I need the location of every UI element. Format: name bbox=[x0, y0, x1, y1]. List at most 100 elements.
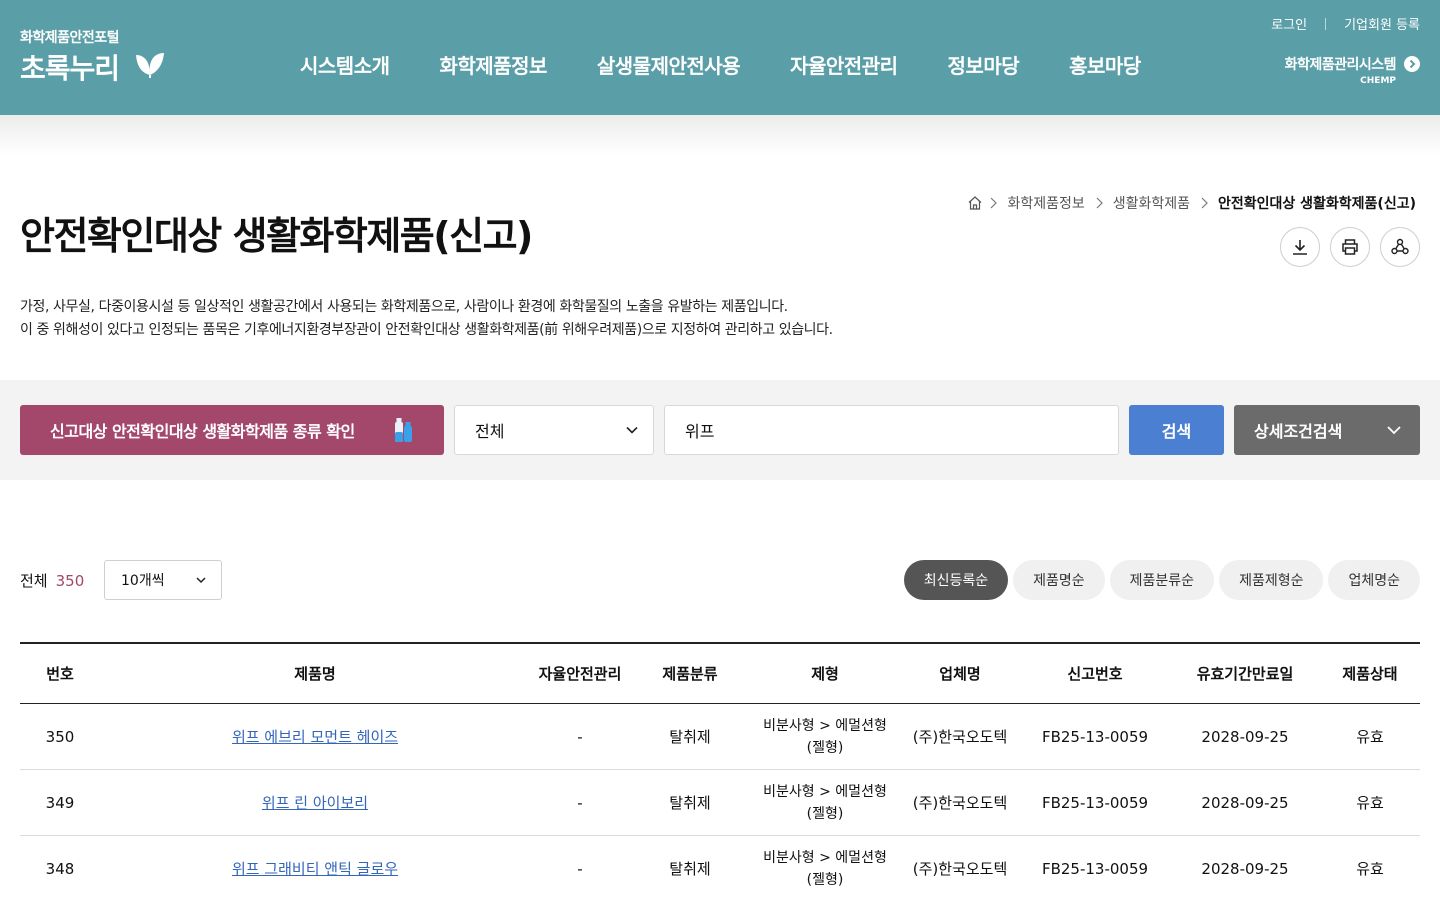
header-shadow bbox=[0, 115, 1440, 155]
chevron-down-icon bbox=[626, 426, 638, 434]
download-icon bbox=[1293, 240, 1307, 255]
breadcrumb-item[interactable]: 화학제품정보 bbox=[1007, 193, 1084, 213]
product-name-link[interactable]: 위프 에브리 모먼트 헤이즈 bbox=[100, 726, 530, 747]
chevron-right-icon bbox=[1200, 197, 1208, 209]
product-type-check-label: 신고대상 안전확인대상 생활화학제품 종류 확인 bbox=[50, 422, 355, 441]
search-bar: 신고대상 안전확인대상 생활화학제품 종류 확인 전체 검색 상세조건검색 bbox=[0, 380, 1440, 480]
nav-item-biocide[interactable]: 살생물제안전사용 bbox=[597, 50, 741, 79]
table-row: 348 위프 그래비티 앤틱 글로우 - 탈취제 비분사형 > 에멀션형 (젤형… bbox=[20, 836, 1420, 900]
cell-form: 비분사형 > 에멀션형 (젤형) bbox=[750, 781, 900, 825]
product-table: 번호 제품명 자율안전관리 제품분류 제형 업체명 신고번호 유효기간만료일 제… bbox=[20, 642, 1420, 900]
nav-item-self-safety[interactable]: 자율안전관리 bbox=[790, 50, 898, 79]
table-row: 350 위프 에브리 모먼트 헤이즈 - 탈취제 비분사형 > 에멀션형 (젤형… bbox=[20, 704, 1420, 770]
total-count-value: 350 bbox=[55, 572, 85, 590]
search-scope-value: 전체 bbox=[475, 422, 505, 441]
sort-company[interactable]: 업체명순 bbox=[1328, 560, 1420, 600]
form-line: (젤형) bbox=[806, 805, 844, 822]
sort-options: 최신등록순 제품명순 제품분류순 제품제형순 업체명순 bbox=[899, 560, 1420, 600]
chevron-right-icon bbox=[989, 197, 998, 209]
site-header: 화학제품안전포털 초록누리 시스템소개 화학제품정보 살생물제안전사용 자율안전… bbox=[0, 0, 1440, 115]
product-type-check-button[interactable]: 신고대상 안전확인대상 생활화학제품 종류 확인 bbox=[20, 405, 444, 455]
cell-form: 비분사형 > 에멀션형 (젤형) bbox=[750, 715, 900, 759]
detail-search-label: 상세조건검색 bbox=[1254, 422, 1343, 441]
cell-status: 유효 bbox=[1356, 794, 1384, 812]
register-link[interactable]: 기업회원 등록 bbox=[1344, 14, 1420, 33]
cell-expiry: 2028-09-25 bbox=[1201, 727, 1289, 746]
search-scope-select[interactable]: 전체 bbox=[454, 405, 654, 455]
cell-report-number: FB25-13-0059 bbox=[1041, 727, 1149, 746]
form-line: 비분사형 > 에멀션형 bbox=[763, 783, 887, 800]
cell-self-safety: - bbox=[577, 727, 583, 746]
form-line: (젤형) bbox=[806, 739, 844, 756]
total-label: 전체 bbox=[20, 572, 48, 590]
print-button[interactable] bbox=[1330, 227, 1370, 267]
cell-status: 유효 bbox=[1356, 728, 1384, 746]
main-nav: 시스템소개 화학제품정보 살생물제안전사용 자율안전관리 정보마당 홍보마당 bbox=[300, 50, 1191, 79]
share-button[interactable] bbox=[1380, 227, 1420, 267]
cell-self-safety: - bbox=[577, 859, 583, 878]
sort-product-name[interactable]: 제품명순 bbox=[1013, 560, 1105, 600]
chevron-right-icon bbox=[1095, 197, 1103, 209]
column-header: 제형 bbox=[811, 665, 839, 683]
chemp-tag: CHEMP bbox=[1360, 76, 1396, 86]
cell-expiry: 2028-09-25 bbox=[1201, 859, 1289, 878]
logo-title: 초록누리 bbox=[20, 52, 120, 85]
cell-category: 탈취제 bbox=[669, 860, 711, 878]
breadcrumb-item[interactable]: 생활화학제품 bbox=[1113, 193, 1190, 213]
nav-item-system-intro[interactable]: 시스템소개 bbox=[300, 50, 390, 79]
share-icon bbox=[1391, 238, 1409, 255]
form-line: 비분사형 > 에멀션형 bbox=[763, 717, 887, 734]
cell-report-number: FB25-13-0059 bbox=[1041, 859, 1149, 878]
utility-links: 로그인 기업회원 등록 bbox=[1271, 14, 1420, 33]
per-page-select[interactable]: 10개씩 bbox=[104, 560, 222, 600]
chevron-down-icon bbox=[196, 577, 206, 584]
sort-latest[interactable]: 최신등록순 bbox=[903, 560, 1009, 600]
table-row: 349 위프 린 아이보리 - 탈취제 비분사형 > 에멀션형 (젤형) (주)… bbox=[20, 770, 1420, 836]
cell-report-number: FB25-13-0059 bbox=[1041, 793, 1149, 812]
cell-self-safety: - bbox=[577, 793, 583, 812]
page-title: 안전확인대상 생활화학제품(신고) bbox=[20, 214, 533, 258]
page-tools bbox=[1270, 227, 1420, 267]
page-description: 가정, 사무실, 다중이용시설 등 일상적인 생활공간에서 사용되는 화학제품으… bbox=[20, 296, 833, 342]
download-button[interactable] bbox=[1280, 227, 1320, 267]
product-name-link[interactable]: 위프 그래비티 앤틱 글로우 bbox=[100, 858, 530, 879]
description-line: 이 중 위해성이 있다고 인정되는 품목은 기후에너지환경부장관이 안전확인대상… bbox=[20, 322, 833, 338]
breadcrumb: 화학제품정보 생활화학제품 안전확인대상 생활화학제품(신고) bbox=[967, 193, 1420, 213]
cell-number: 350 bbox=[45, 727, 75, 746]
login-link[interactable]: 로그인 bbox=[1271, 14, 1307, 33]
home-icon[interactable] bbox=[967, 195, 983, 211]
sort-category[interactable]: 제품분류순 bbox=[1109, 560, 1215, 600]
detail-search-button[interactable]: 상세조건검색 bbox=[1234, 405, 1420, 455]
form-line: 비분사형 > 에멀션형 bbox=[763, 849, 887, 866]
cell-expiry: 2028-09-25 bbox=[1201, 793, 1289, 812]
chevron-right-circle-icon bbox=[1404, 56, 1420, 72]
cell-form: 비분사형 > 에멀션형 (젤형) bbox=[750, 847, 900, 891]
table-header-row: 번호 제품명 자율안전관리 제품분류 제형 업체명 신고번호 유효기간만료일 제… bbox=[20, 644, 1420, 704]
sort-form[interactable]: 제품제형순 bbox=[1219, 560, 1324, 600]
leaf-icon bbox=[136, 53, 164, 78]
bottle-icon bbox=[395, 418, 412, 442]
product-name-link[interactable]: 위프 린 아이보리 bbox=[100, 792, 530, 813]
column-header: 제품분류 bbox=[662, 665, 718, 683]
cell-company: (주)한국오도텍 bbox=[912, 860, 1008, 878]
cell-number: 348 bbox=[45, 859, 75, 878]
nav-item-info[interactable]: 정보마당 bbox=[948, 50, 1020, 79]
column-header: 번호 bbox=[46, 665, 74, 683]
search-button[interactable]: 검색 bbox=[1129, 405, 1224, 455]
breadcrumb-current: 안전확인대상 생활화학제품(신고) bbox=[1218, 196, 1416, 212]
nav-item-chemical-info[interactable]: 화학제품정보 bbox=[440, 50, 548, 79]
column-header: 업체명 bbox=[939, 665, 981, 683]
description-line: 가정, 사무실, 다중이용시설 등 일상적인 생활공간에서 사용되는 화학제품으… bbox=[20, 299, 788, 315]
cell-category: 탈취제 bbox=[669, 728, 711, 746]
search-input[interactable] bbox=[664, 405, 1119, 455]
site-logo[interactable]: 화학제품안전포털 초록누리 bbox=[20, 27, 164, 87]
column-header: 자율안전관리 bbox=[538, 665, 622, 683]
column-header: 신고번호 bbox=[1067, 665, 1123, 683]
chevron-down-icon bbox=[1387, 426, 1401, 435]
nav-item-promotion[interactable]: 홍보마당 bbox=[1069, 50, 1141, 79]
cell-company: (주)한국오도텍 bbox=[912, 728, 1008, 746]
form-line: (젤형) bbox=[806, 871, 844, 888]
chemp-system-link[interactable]: 화학제품관리시스템 CHEMP bbox=[1285, 54, 1420, 86]
divider bbox=[1325, 17, 1327, 30]
cell-company: (주)한국오도텍 bbox=[912, 794, 1008, 812]
